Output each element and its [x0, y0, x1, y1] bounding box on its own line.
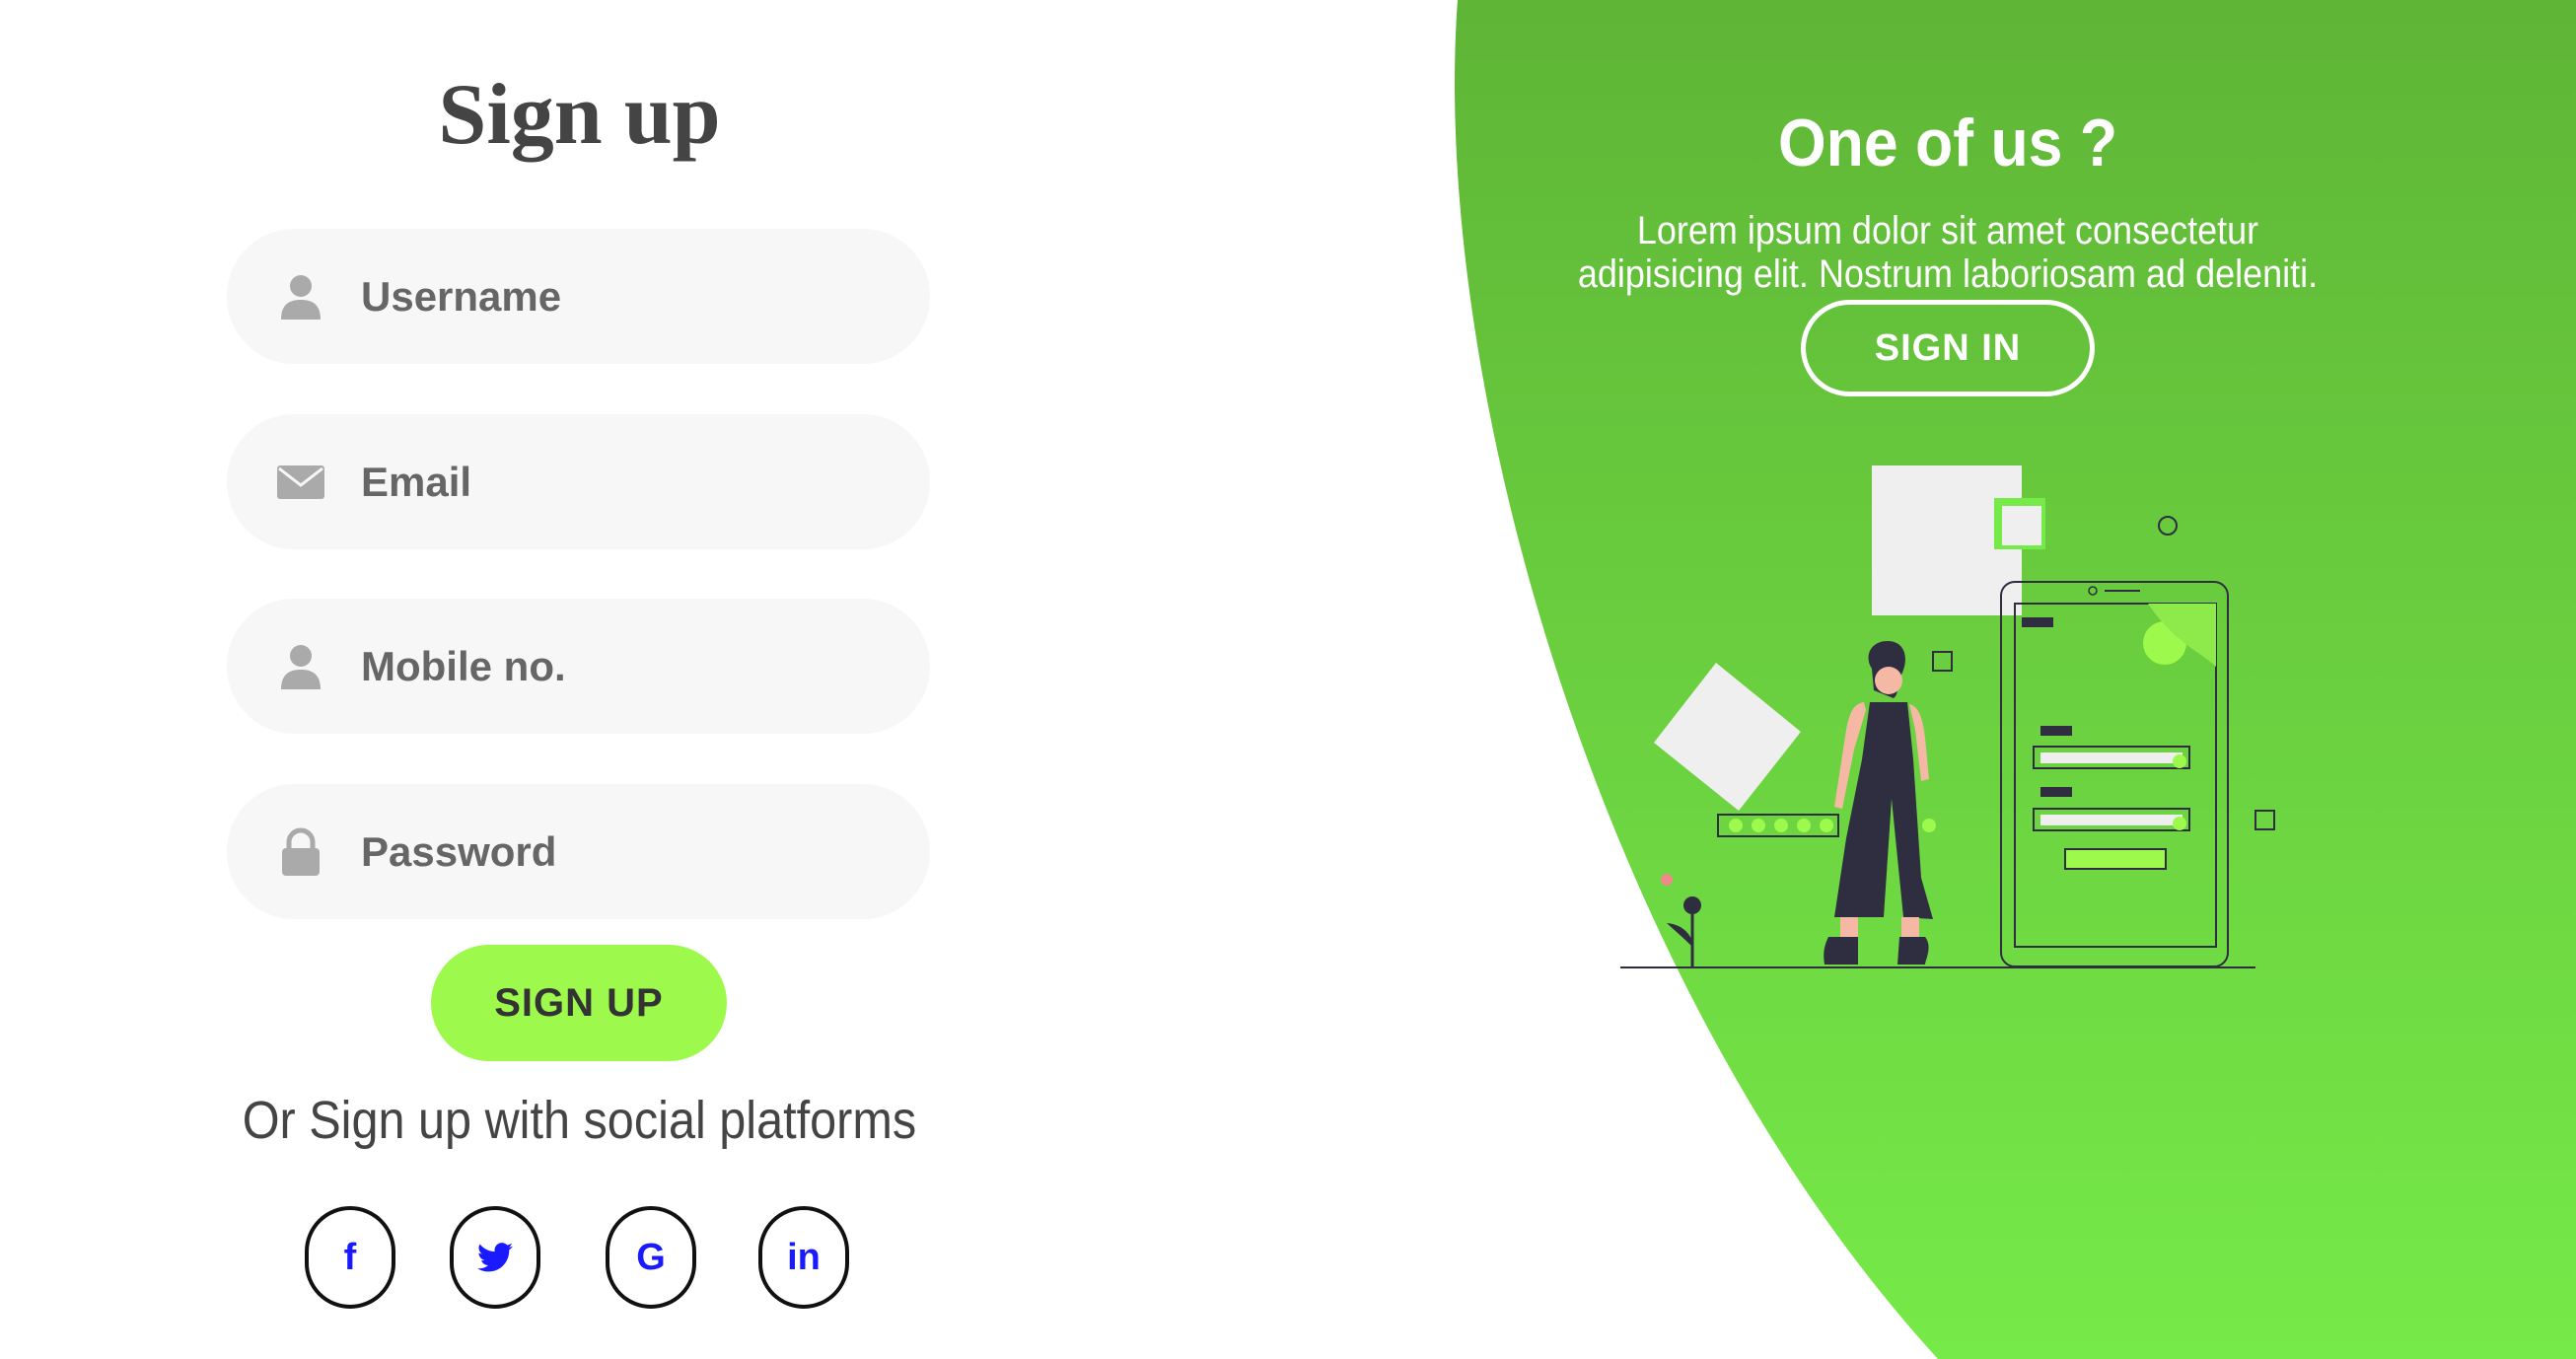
twitter-icon [477, 1243, 513, 1272]
sign-up-button[interactable]: SIGN UP [431, 945, 727, 1061]
facebook-button[interactable]: f [305, 1206, 395, 1309]
email-input[interactable] [361, 414, 894, 549]
linkedin-button[interactable]: in [758, 1206, 849, 1309]
user-icon [281, 275, 321, 320]
signup-form: Sign up SIGN UP Or Sign up with social p… [0, 0, 1164, 1359]
lock-icon [282, 827, 320, 876]
password-field[interactable] [227, 784, 930, 919]
envelope-icon [277, 465, 324, 499]
mobile-input[interactable] [361, 599, 894, 734]
social-icons-row: f G in [0, 1206, 1159, 1309]
signup-title: Sign up [438, 67, 721, 163]
username-field[interactable] [227, 229, 930, 364]
google-icon: G [636, 1237, 666, 1278]
email-field[interactable] [227, 414, 930, 549]
social-platforms-text: Or Sign up with social platforms [242, 1091, 917, 1150]
panel-title: One of us ? [1777, 106, 2118, 180]
mobile-field[interactable] [227, 599, 930, 734]
twitter-button[interactable] [450, 1206, 540, 1309]
linkedin-icon: in [787, 1237, 821, 1278]
username-input[interactable] [361, 229, 894, 364]
user-icon [281, 645, 321, 689]
google-button[interactable]: G [606, 1206, 696, 1309]
register-illustration [1617, 454, 2288, 976]
sign-in-button[interactable]: SIGN IN [1801, 300, 2095, 396]
password-input[interactable] [361, 784, 894, 919]
panel-description: Lorem ipsum dolor sit amet consectetur a… [1577, 209, 2319, 296]
facebook-icon: f [343, 1237, 357, 1278]
